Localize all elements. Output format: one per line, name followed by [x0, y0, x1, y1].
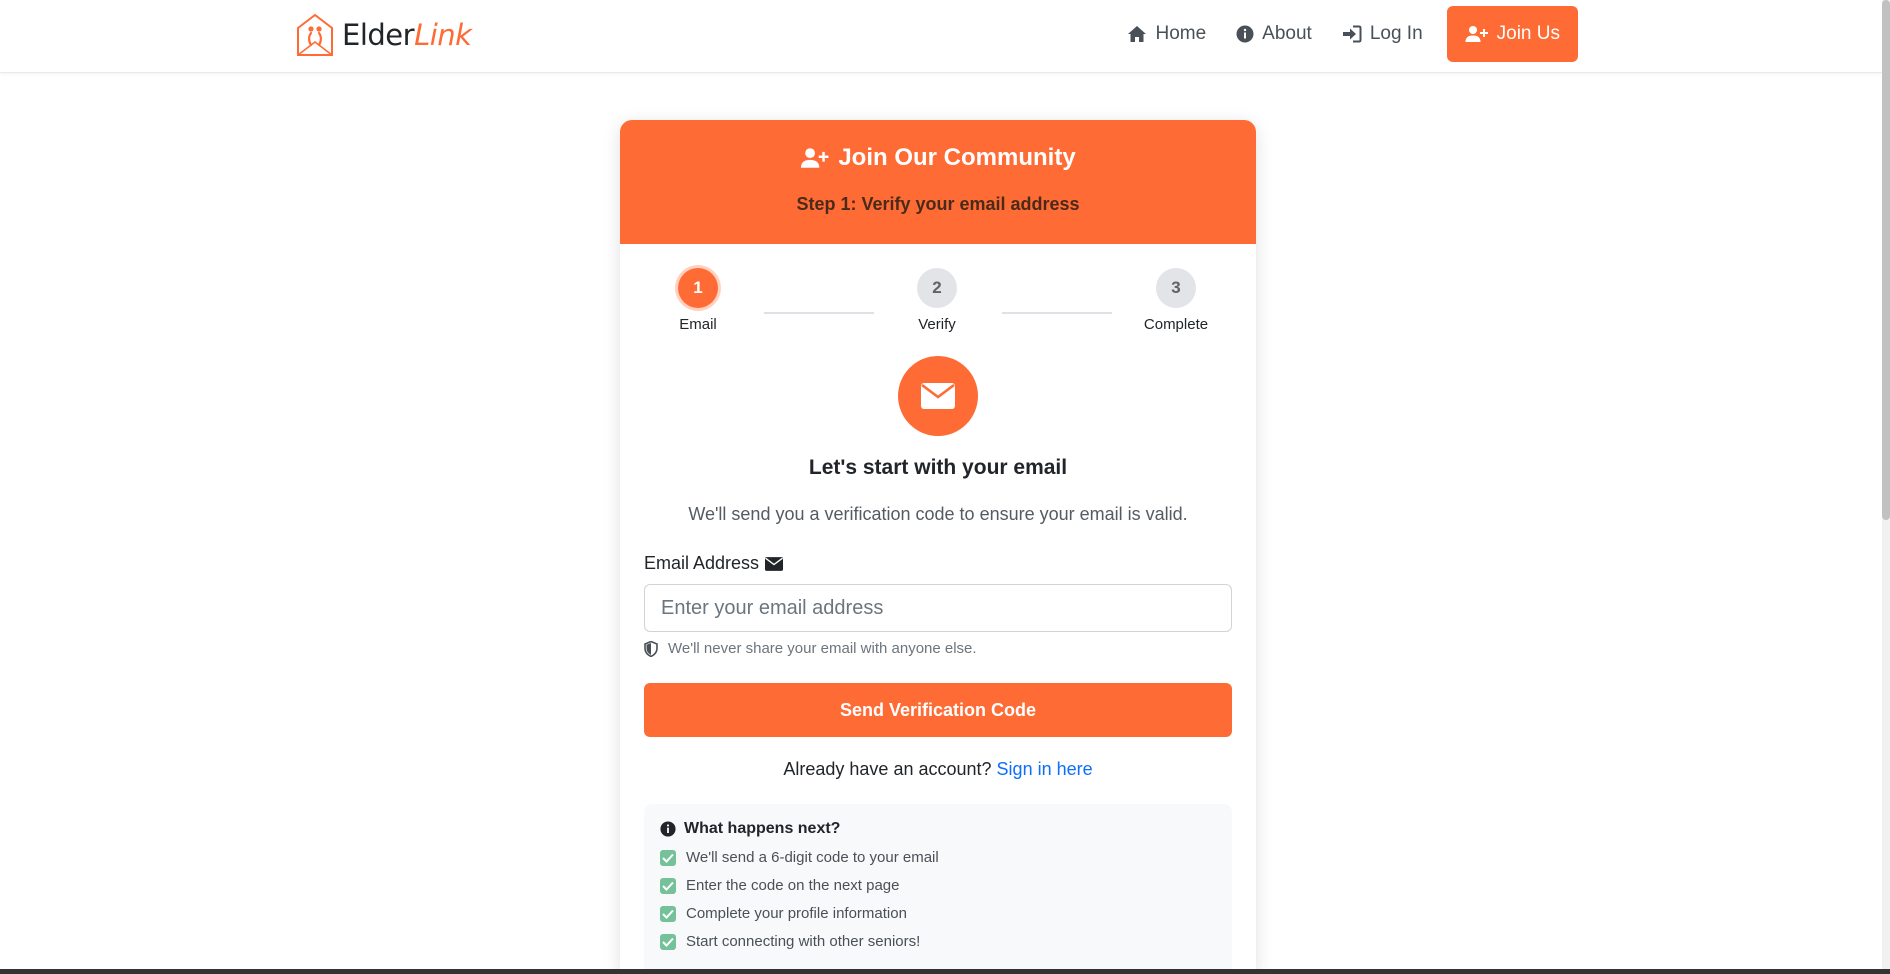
section-heading: Let's start with your email	[808, 456, 1068, 479]
info-icon	[660, 821, 676, 837]
nav-links: Home About Log In Join Us	[1097, 6, 1578, 62]
email-label-text: Email Address	[644, 553, 760, 573]
list-item: Start connecting with other seniors!	[660, 933, 1216, 950]
step-email: 1 Email	[648, 268, 748, 333]
login-icon	[1342, 25, 1362, 43]
nav-login-label: Log In	[1369, 23, 1423, 44]
user-plus-icon	[1465, 26, 1488, 42]
brand-name-accent: Link	[414, 18, 472, 52]
step-1-label: Email	[679, 316, 717, 333]
card-header: Join Our Community Step 1: Verify your e…	[620, 120, 1256, 244]
step-1-circle: 1	[678, 268, 718, 308]
join-us-button[interactable]: Join Us	[1446, 6, 1578, 62]
brand-name-main: Elder	[342, 18, 415, 52]
list-item: We'll send a 6-digit code to your email	[660, 849, 1216, 866]
step-2-circle: 2	[917, 268, 957, 308]
signin-prompt: Already have an account? Sign in here	[644, 759, 1232, 780]
send-verification-button[interactable]: Send Verification Code	[644, 683, 1232, 737]
signin-prompt-text: Already have an account?	[783, 759, 992, 779]
info-icon	[1236, 25, 1254, 43]
home-icon	[1128, 26, 1147, 42]
sign-in-link[interactable]: Sign in here	[997, 759, 1093, 779]
card-title-text: Join Our Community	[838, 144, 1076, 171]
list-item: Enter the code on the next page	[660, 877, 1216, 894]
check-square-icon	[660, 849, 676, 866]
nav-login[interactable]: Log In	[1342, 23, 1423, 45]
step-complete: 3 Complete	[1126, 268, 1226, 333]
shield-icon	[644, 640, 658, 657]
list-item-text: We'll send a 6-digit code to your email	[686, 849, 939, 866]
nav-home-label: Home	[1155, 23, 1207, 44]
nav-about[interactable]: About	[1236, 23, 1312, 45]
list-item-text: Complete your profile information	[686, 905, 907, 922]
nav-home[interactable]: Home	[1127, 23, 1206, 45]
email-input[interactable]	[644, 584, 1232, 632]
list-item: Complete your profile information	[660, 905, 1216, 922]
window-bottom-edge	[0, 969, 1890, 974]
navbar: ElderLink Home About Log In Join Us	[0, 0, 1882, 73]
email-label: Email Address	[644, 553, 1232, 574]
step-connector	[1002, 312, 1112, 314]
next-steps-title-text: What happens next?	[684, 820, 841, 837]
next-steps-box: What happens next? We'll send a 6-digit …	[644, 804, 1232, 974]
user-plus-icon	[801, 148, 829, 168]
next-steps-title: What happens next?	[660, 820, 1216, 838]
step-connector	[764, 312, 874, 314]
step-3-label: Complete	[1143, 316, 1209, 333]
envelope-badge	[898, 356, 978, 436]
signup-card: Join Our Community Step 1: Verify your e…	[620, 120, 1256, 974]
check-square-icon	[660, 933, 676, 950]
check-square-icon	[660, 877, 676, 894]
help-text: We'll never share your email with anyone…	[668, 640, 977, 657]
scrollbar-thumb[interactable]	[1882, 0, 1890, 520]
card-subtitle: Step 1: Verify your email address	[796, 194, 1080, 214]
step-3-circle: 3	[1156, 268, 1196, 308]
section-description: We'll send you a verification code to en…	[688, 504, 1188, 524]
envelope-icon	[921, 383, 955, 409]
list-item-text: Enter the code on the next page	[686, 877, 900, 894]
join-us-label: Join Us	[1496, 23, 1560, 44]
brand-name: ElderLink	[342, 18, 472, 52]
brand-logo-link[interactable]: ElderLink	[294, 10, 472, 60]
elderlink-logo-icon	[297, 13, 333, 56]
email-help-text: We'll never share your email with anyone…	[644, 640, 1232, 657]
card-title: Join Our Community	[620, 144, 1256, 172]
email-form: Email Address We'll never share your ema…	[620, 553, 1256, 974]
envelope-icon	[765, 556, 784, 571]
list-item-text: Start connecting with other seniors!	[686, 933, 921, 950]
page-scrollbar[interactable]	[1882, 0, 1890, 974]
step-indicator: 1 Email 2 Verify 3 Complete	[620, 244, 1256, 356]
check-square-icon	[660, 905, 676, 922]
step-2-label: Verify	[918, 316, 956, 333]
nav-about-label: About	[1262, 23, 1312, 44]
step-verify: 2 Verify	[887, 268, 987, 333]
